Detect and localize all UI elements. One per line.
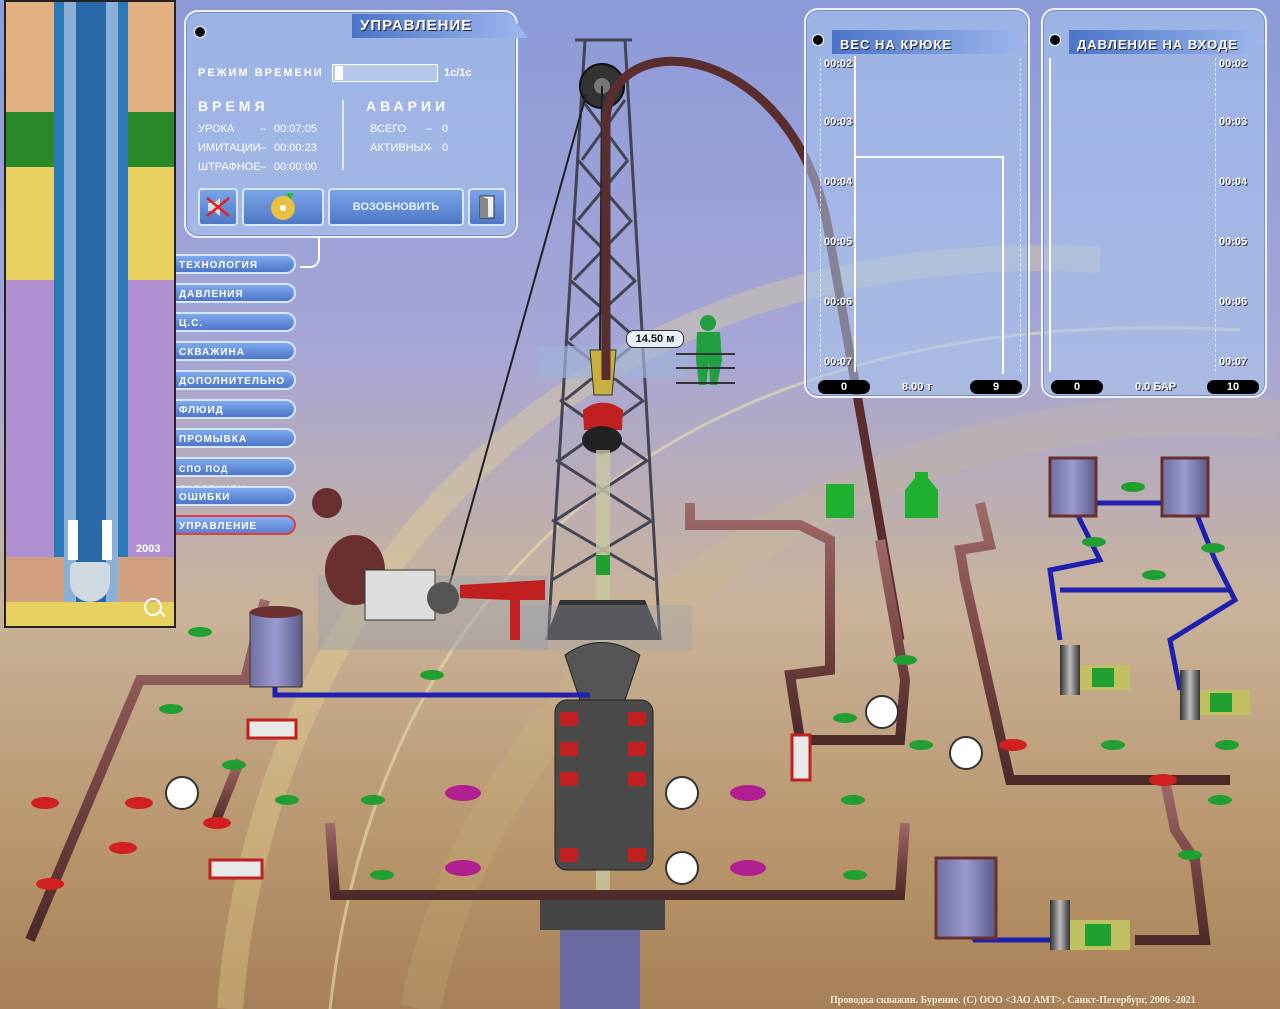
menu-well[interactable]: СКВАЖИНА (176, 341, 296, 361)
pressure-current-value: 0.0 БАР (1135, 381, 1177, 393)
pressure-time-5: 00:07 (1219, 356, 1248, 368)
lesson-time-value: 00:07:05 (274, 123, 317, 135)
hook-time-2: 00:04 (824, 176, 853, 188)
pressure-time-2: 00:04 (1219, 176, 1248, 188)
time-mode-slider[interactable] (332, 64, 438, 82)
total-accidents-value: 0 (442, 123, 449, 135)
resume-button[interactable]: ВОЗОБНОВИТЬ (328, 188, 464, 226)
inlet-pressure-title: ДАВЛЕНИЕ НА ВХОДЕ (1077, 37, 1239, 52)
hook-weight-title: ВЕС НА КРЮКЕ (840, 37, 953, 52)
pressure-min-value: 0 (1051, 380, 1103, 394)
pressure-time-3: 00:05 (1219, 236, 1248, 248)
simulation-time-value: 00:00:23 (274, 142, 317, 154)
pressure-time-4: 00:06 (1219, 296, 1248, 308)
hook-max-value: 9 (970, 380, 1022, 394)
accidents-heading: АВАРИИ (366, 98, 450, 114)
penalty-time-label: ШТРАФНОЕ (198, 161, 261, 173)
menu-cs[interactable]: Ц.С. (176, 312, 296, 332)
well-section: 2003 (4, 0, 176, 628)
menu-fluid[interactable]: ФЛЮИД (176, 399, 296, 419)
hook-current-value: 8.00 т (902, 381, 932, 393)
drill-bit (70, 562, 110, 602)
hook-time-5: 00:07 (824, 356, 853, 368)
hook-time-1: 00:03 (824, 116, 853, 128)
menu-control[interactable]: УПРАВЛЕНИЕ (176, 515, 296, 535)
menu-flushing[interactable]: ПРОМЫВКА (176, 428, 296, 448)
panel-icon (812, 34, 824, 46)
hook-time-3: 00:05 (824, 236, 853, 248)
active-accidents-label: АКТИВНЫХ (370, 142, 431, 154)
well-depth-label: 2003 (136, 543, 161, 555)
control-panel-title: УПРАВЛЕНИЕ (360, 17, 473, 34)
hook (583, 402, 623, 430)
exit-button[interactable] (468, 188, 506, 226)
speaker-muted-icon (206, 197, 230, 217)
panel-connector (300, 236, 320, 268)
menu-pressures[interactable]: ДАВЛЕНИЯ (176, 283, 296, 303)
door-icon (479, 195, 495, 219)
section-divider (342, 100, 344, 170)
panel-icon (1049, 34, 1061, 46)
panel-icon (194, 26, 206, 38)
zoom-icon[interactable] (144, 598, 166, 618)
total-accidents-label: ВСЕГО (370, 123, 407, 135)
time-heading: ВРЕМЯ (198, 98, 269, 114)
disc-icon (271, 193, 295, 220)
simulation-time-label: ИМИТАЦИИ (198, 142, 261, 154)
block-depth-badge: 14.50 м (626, 330, 684, 348)
hook-weight-panel: ВЕС НА КРЮКЕ 00:02 00:03 00:04 00:05 00:… (804, 8, 1030, 398)
pressure-max-value: 10 (1207, 380, 1259, 394)
penalty-time-value: 00:00:00 (274, 161, 317, 173)
time-mode-label: РЕЖИМ ВРЕМЕНИ (198, 67, 324, 79)
pressure-time-1: 00:03 (1219, 116, 1248, 128)
time-mode-slider-thumb[interactable] (335, 66, 343, 80)
hook-time-4: 00:06 (824, 296, 853, 308)
hook-time-0: 00:02 (824, 58, 853, 70)
active-accidents-value: 0 (442, 142, 449, 154)
hook-min-value: 0 (818, 380, 870, 394)
drawworks (318, 535, 548, 650)
pressure-time-0: 00:02 (1219, 58, 1248, 70)
menu-errors[interactable]: ОШИБКИ (176, 486, 296, 506)
inlet-pressure-panel: ДАВЛЕНИЕ НА ВХОДЕ 00:02 00:03 00:04 00:0… (1041, 8, 1267, 398)
menu-technology[interactable]: ТЕХНОЛОГИЯ (176, 254, 296, 274)
control-panel: УПРАВЛЕНИЕ РЕЖИМ ВРЕМЕНИ 1с/1с ВРЕМЯ АВА… (184, 10, 528, 238)
mute-button[interactable] (198, 188, 238, 226)
pressure-trace (1049, 58, 1051, 372)
menu-additional[interactable]: ДОПОЛНИТЕЛЬНО (176, 370, 296, 390)
lesson-time-label: УРОКА (198, 123, 235, 135)
record-disc-button[interactable] (242, 188, 324, 226)
copyright-footer: Проводка скважин. Бурение. (С) ООО <ЗАО … (830, 995, 1196, 1006)
time-mode-value: 1с/1с (444, 67, 472, 79)
menu-tripping-under-pressure[interactable]: СПО ПОД ДАВЛЕНИЕМ (176, 457, 296, 494)
